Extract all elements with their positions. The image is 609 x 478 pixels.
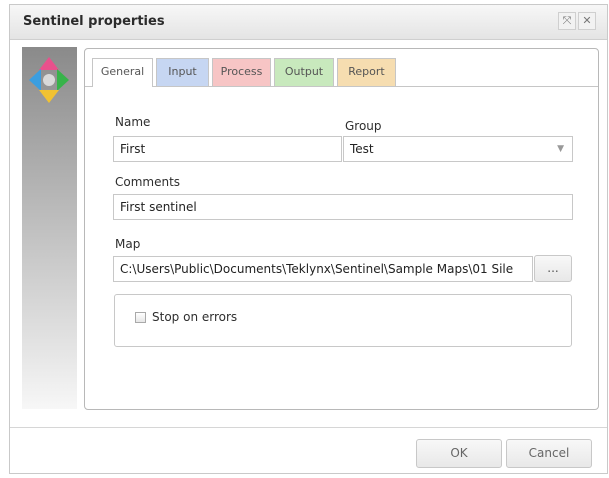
title-bar: Sentinel properties ⤧ ✕ [10, 5, 607, 40]
tab-general[interactable]: General [92, 58, 153, 87]
comments-input[interactable]: First sentinel [113, 194, 573, 220]
tab-input[interactable]: Input [156, 58, 209, 86]
sentinel-properties-dialog: Sentinel properties ⤧ ✕ General Input Pr… [9, 4, 608, 474]
tab-strip: General Input Process Output Report [85, 49, 598, 87]
tab-process[interactable]: Process [212, 58, 271, 86]
cancel-button[interactable]: Cancel [506, 439, 592, 468]
properties-panel: General Input Process Output Report Name… [84, 48, 599, 410]
dialog-title: Sentinel properties [23, 14, 165, 29]
tab-report[interactable]: Report [337, 58, 396, 86]
browse-button[interactable]: ... [534, 255, 572, 282]
options-groupbox: Stop on errors [114, 294, 572, 347]
tab-output[interactable]: Output [274, 58, 334, 86]
group-label: Group [345, 119, 382, 133]
group-select-value: Test [350, 142, 374, 156]
map-label: Map [115, 237, 141, 251]
sentinel-logo-icon [29, 57, 69, 103]
name-label: Name [115, 115, 151, 129]
chevron-down-icon[interactable]: ▼ [557, 137, 564, 161]
comments-label: Comments [115, 175, 181, 189]
name-input[interactable]: First [113, 136, 342, 162]
map-path-input[interactable]: C:\Users\Public\Documents\Teklynx\Sentin… [113, 256, 533, 282]
maximize-icon[interactable]: ⤧ [558, 12, 576, 30]
close-icon[interactable]: ✕ [578, 12, 596, 30]
stop-on-errors-label[interactable]: Stop on errors [152, 310, 237, 324]
sidebar [22, 47, 77, 409]
ok-button[interactable]: OK [416, 439, 502, 468]
group-select[interactable]: Test ▼ [343, 136, 573, 162]
footer-divider [10, 427, 607, 428]
stop-on-errors-checkbox[interactable] [135, 312, 146, 323]
